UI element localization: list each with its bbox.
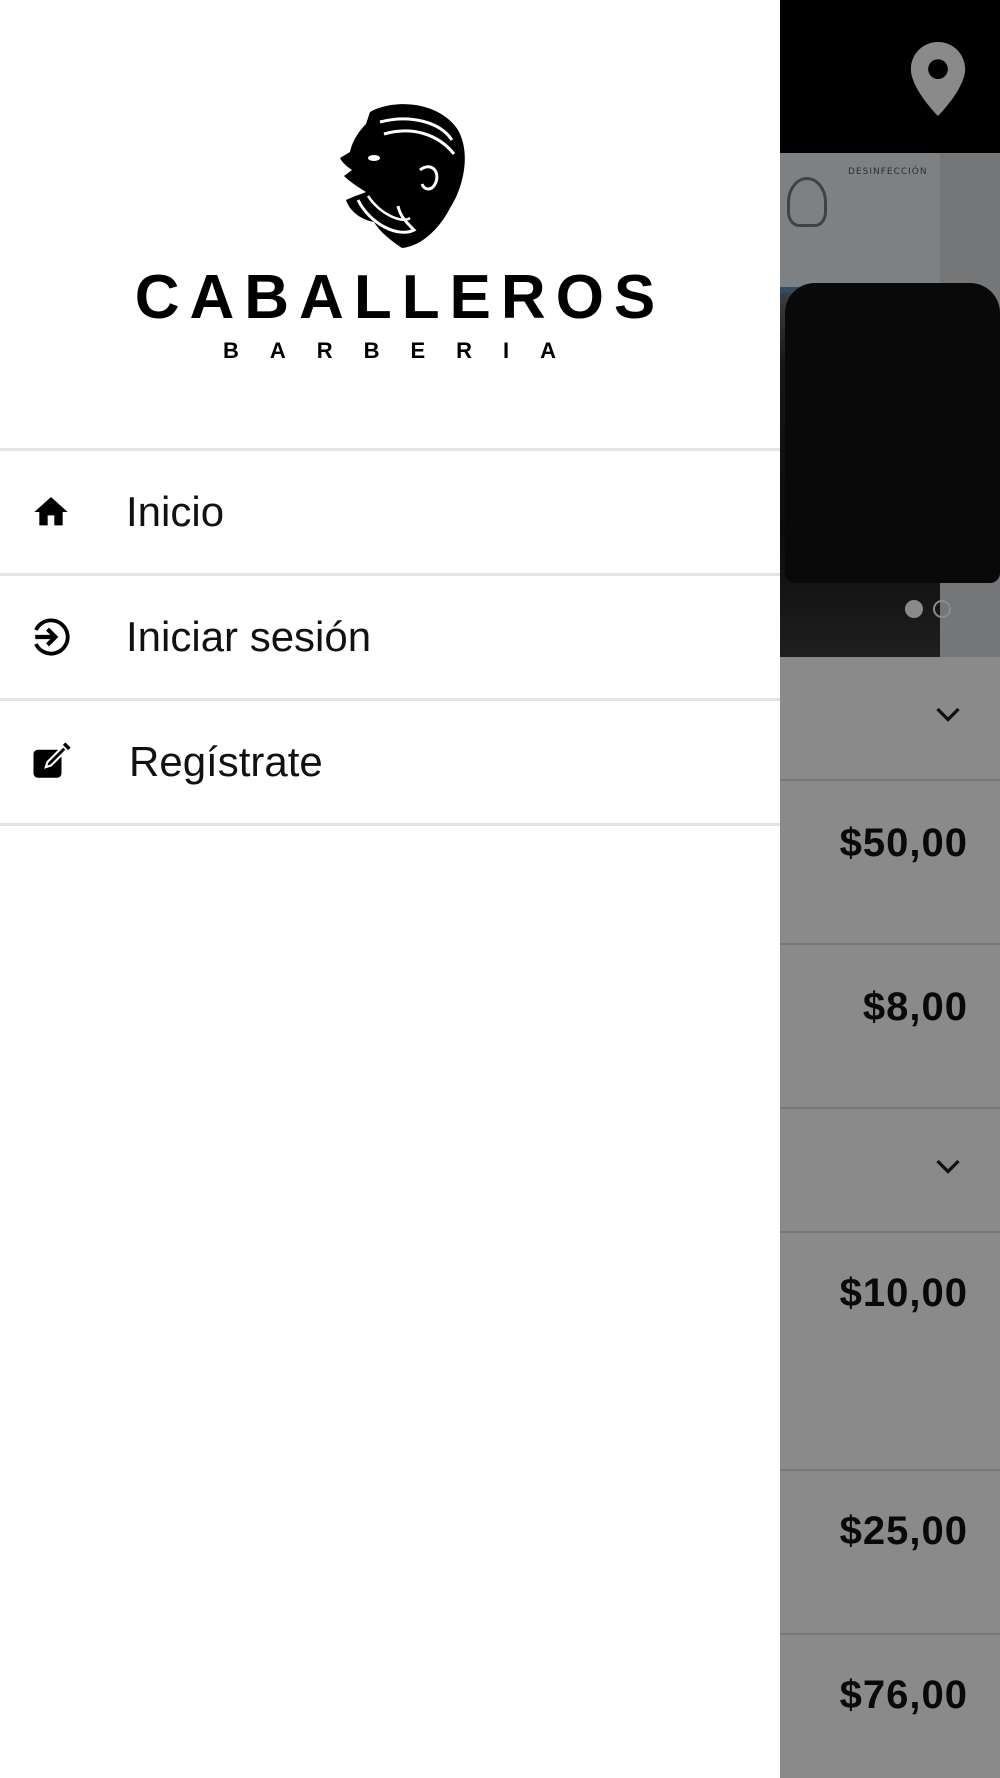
brand-logo: CABALLEROS BARBERIA bbox=[0, 100, 780, 370]
menu-item-inicio[interactable]: Inicio bbox=[0, 451, 780, 576]
home-icon bbox=[30, 491, 72, 533]
brand-name: CABALLEROS bbox=[134, 263, 666, 332]
navigation-drawer: CABALLEROS BARBERIA Inicio Iniciar sesió… bbox=[0, 0, 780, 1778]
edit-icon bbox=[30, 741, 72, 783]
drawer-menu: Inicio Iniciar sesión Regístrate bbox=[0, 448, 780, 826]
menu-item-registrate[interactable]: Regístrate bbox=[0, 701, 780, 826]
menu-item-iniciar-sesion[interactable]: Iniciar sesión bbox=[0, 576, 780, 701]
brand-subtitle: BARBERIA bbox=[222, 338, 588, 363]
menu-item-label: Regístrate bbox=[129, 738, 323, 785]
barber-head-logo-icon bbox=[340, 104, 465, 248]
menu-item-label: Iniciar sesión bbox=[126, 613, 372, 660]
login-icon bbox=[30, 616, 72, 658]
menu-item-label: Inicio bbox=[126, 488, 225, 535]
